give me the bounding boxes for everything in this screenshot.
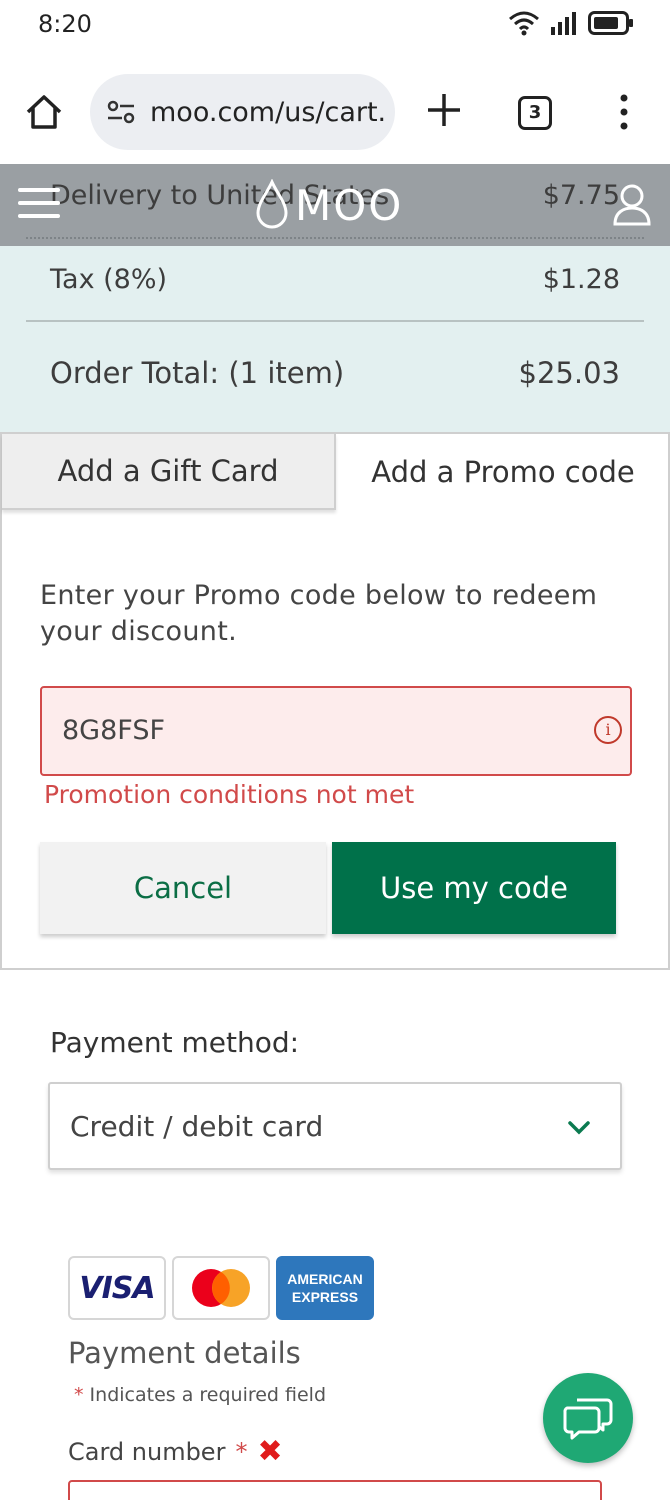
dotted-divider <box>26 237 644 239</box>
payment-method-select[interactable]: Credit / debit card <box>48 1082 622 1170</box>
moo-logo[interactable]: MOO <box>255 175 403 235</box>
promo-code-value: 8G8FSF <box>62 715 166 746</box>
status-icons <box>508 10 634 36</box>
card-number-text: Card number <box>68 1437 226 1466</box>
promo-code-input[interactable]: 8G8FSF i <box>40 686 632 776</box>
visa-text: VISA <box>79 1270 155 1306</box>
amex-text: AMERICAN EXPRESS <box>287 1271 363 1305</box>
site-settings-icon[interactable] <box>106 99 136 125</box>
promo-error-message: Promotion conditions not met <box>44 780 415 809</box>
drop-logo-icon <box>256 179 288 229</box>
hamburger-menu-icon[interactable] <box>18 188 60 222</box>
total-label: Order Total: (1 item) <box>50 356 345 390</box>
required-note-text: Indicates a required field <box>89 1384 327 1406</box>
total-row: Order Total: (1 item) $25.03 <box>50 356 620 390</box>
invalid-x-icon: ✖ <box>257 1434 283 1469</box>
card-number-label: Card number * ✖ <box>68 1434 283 1469</box>
promo-description: Enter your Promo code below to redeem yo… <box>40 580 598 647</box>
account-icon[interactable] <box>612 182 652 226</box>
delivery-value: $7.75 <box>542 180 620 211</box>
required-star: * <box>235 1437 248 1466</box>
visa-logo: VISA <box>68 1256 166 1320</box>
url-text: moo.com/us/cart. <box>150 96 387 128</box>
summary-divider <box>26 320 644 322</box>
tab-gift-card[interactable]: Add a Gift Card <box>2 434 336 510</box>
cancel-button[interactable]: Cancel <box>40 842 326 934</box>
tab-switcher-button[interactable]: 3 <box>518 96 552 130</box>
card-number-input[interactable] <box>68 1480 602 1500</box>
mastercard-logo <box>172 1256 270 1320</box>
new-tab-icon[interactable] <box>424 90 464 130</box>
amex-logo: AMERICAN EXPRESS <box>276 1256 374 1320</box>
required-star: * <box>74 1384 84 1406</box>
browser-toolbar: moo.com/us/cart. 3 <box>0 52 670 164</box>
wifi-icon <box>509 11 539 36</box>
accepted-cards: VISA AMERICAN EXPRESS <box>68 1256 374 1320</box>
discount-panel: Add a Gift Card Add a Promo code Enter y… <box>0 432 670 970</box>
use-code-button[interactable]: Use my code <box>332 842 616 934</box>
address-bar[interactable]: moo.com/us/cart. <box>90 74 395 150</box>
chevron-down-icon <box>568 1121 590 1135</box>
tax-value: $1.28 <box>542 264 620 295</box>
tax-row: Tax (8%) $1.28 <box>50 264 620 295</box>
home-icon[interactable] <box>24 92 64 132</box>
chat-button[interactable] <box>543 1373 633 1463</box>
error-info-icon: i <box>594 716 622 744</box>
mastercard-icon <box>192 1269 250 1307</box>
payment-details-title: Payment details <box>68 1336 301 1370</box>
signal-icon <box>551 12 576 35</box>
more-menu-icon[interactable] <box>614 92 634 132</box>
order-summary: Tax (8%) $1.28 Order Total: (1 item) $25… <box>0 246 670 432</box>
logo-text: MOO <box>295 180 404 230</box>
tab-promo-code[interactable]: Add a Promo code <box>336 434 670 510</box>
tax-label: Tax (8%) <box>50 264 168 295</box>
status-time: 8:20 <box>38 10 92 38</box>
status-bar: 8:20 <box>0 0 670 52</box>
total-value: $25.03 <box>518 356 620 390</box>
payment-method-label: Payment method: <box>50 1026 300 1059</box>
chat-icon <box>563 1398 613 1440</box>
payment-method-value: Credit / debit card <box>70 1110 324 1143</box>
required-field-note: * Indicates a required field <box>74 1384 326 1406</box>
battery-icon <box>588 11 633 35</box>
